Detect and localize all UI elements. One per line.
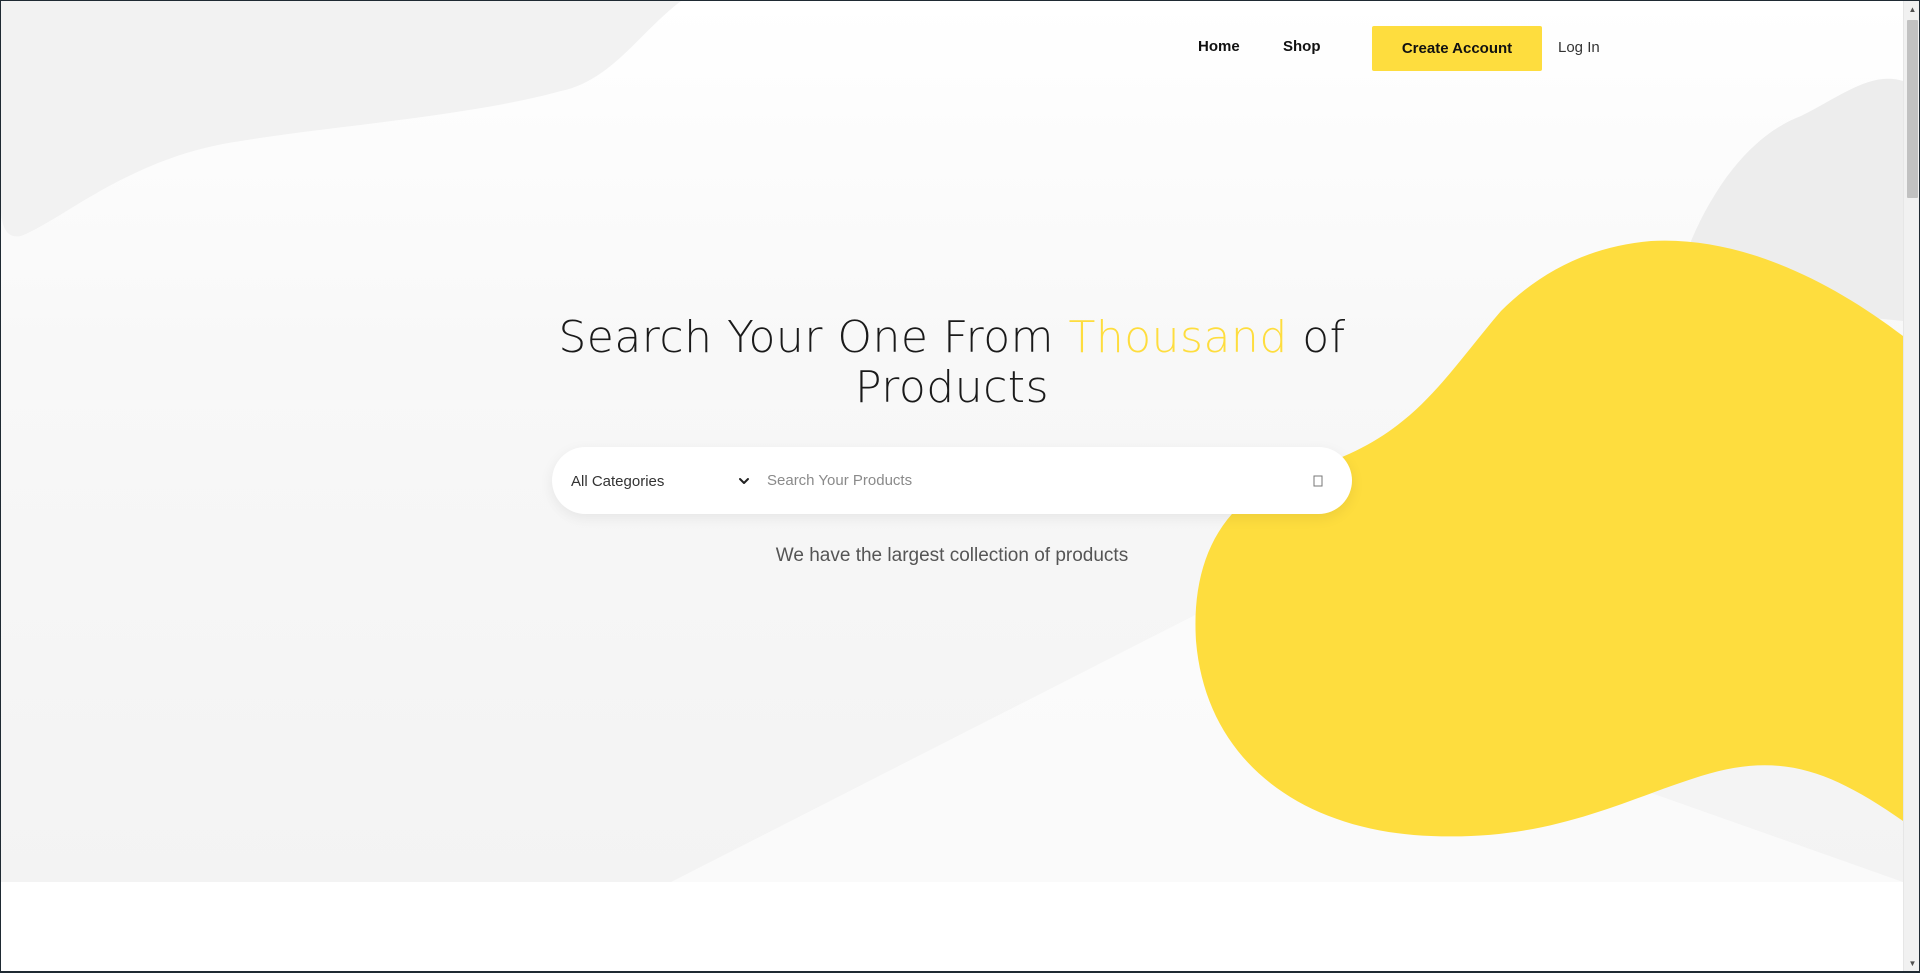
create-account-button[interactable]: Create Account: [1372, 26, 1542, 71]
headline-part1: Search Your One From: [558, 312, 1069, 363]
below-hero-section: [1, 882, 1903, 971]
nav-home-link[interactable]: Home: [1198, 38, 1240, 55]
scrollbar-thumb[interactable]: [1907, 20, 1918, 198]
scroll-down-arrow-icon[interactable]: ▼: [1904, 955, 1919, 971]
hero-section: Home Shop Create Account Log In Search Y…: [1, 1, 1903, 882]
search-input[interactable]: [767, 465, 1267, 495]
background-shapes: [1, 1, 1903, 882]
login-link[interactable]: Log In: [1558, 39, 1600, 56]
headline-part2: of: [1287, 312, 1346, 363]
headline-line-2: Products: [855, 362, 1049, 413]
browser-viewport: Home Shop Create Account Log In Search Y…: [0, 0, 1920, 973]
headline-highlight: Thousand: [1068, 312, 1288, 363]
search-icon: [1313, 475, 1323, 487]
category-select[interactable]: All Categories: [571, 467, 751, 495]
vertical-scrollbar[interactable]: ▲ ▼: [1903, 1, 1919, 971]
top-navigation: Home Shop Create Account Log In: [1, 26, 1903, 71]
nav-shop-link[interactable]: Shop: [1283, 38, 1321, 55]
hero-tagline: We have the largest collection of produc…: [775, 545, 1129, 566]
search-button[interactable]: [1308, 471, 1328, 491]
chevron-down-icon: [739, 478, 749, 484]
category-select-value: All Categories: [571, 472, 665, 490]
scroll-up-arrow-icon[interactable]: ▲: [1904, 1, 1919, 18]
headline-line-1: Search Your One From Thousand of: [1, 313, 1903, 363]
hero-headline: Search Your One From Thousand of Product…: [1, 313, 1903, 413]
search-bar: All Categories: [552, 447, 1352, 514]
